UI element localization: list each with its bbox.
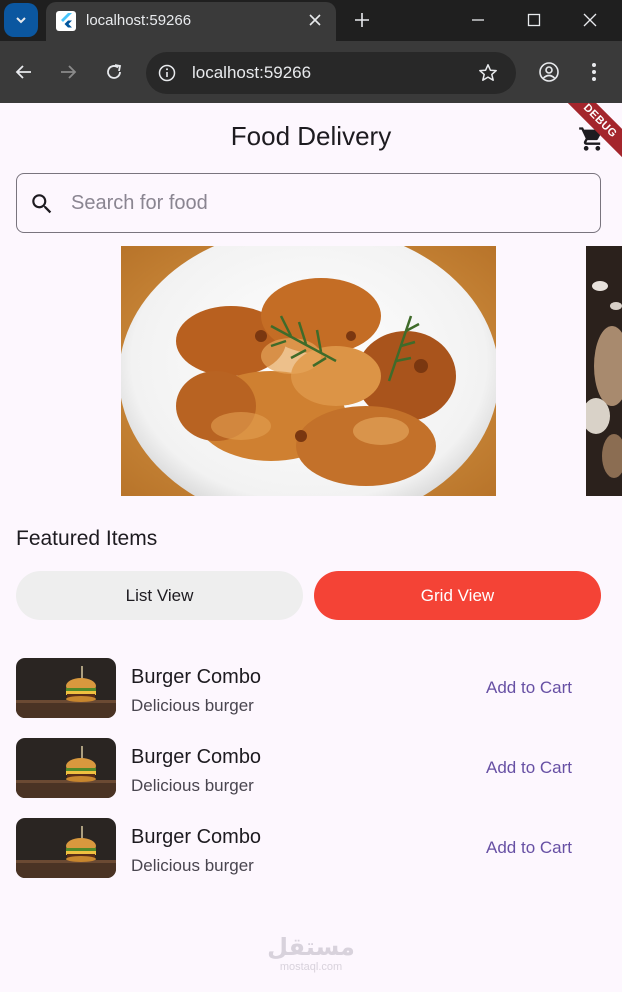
maximize-icon[interactable] [522, 8, 546, 32]
add-to-cart-button[interactable]: Add to Cart [486, 838, 572, 858]
item-thumbnail [16, 658, 116, 718]
browser-tab-strip: localhost:59266 [0, 0, 622, 41]
minimize-icon[interactable] [466, 8, 490, 32]
back-arrow-icon[interactable] [12, 60, 36, 84]
item-title: Burger Combo [131, 826, 262, 848]
url-text: localhost:59266 [192, 63, 312, 82]
app-viewport: Food Delivery DEBUG Search for food Feat… [0, 103, 622, 992]
item-thumbnail [16, 818, 116, 878]
page-title: Food Delivery [230, 121, 392, 151]
more-menu-icon[interactable] [582, 60, 606, 84]
search-icon [32, 194, 52, 214]
item-thumbnail [16, 738, 116, 798]
browser-tab[interactable]: localhost:59266 [46, 2, 336, 41]
section-title: Featured Items [16, 527, 158, 550]
grid-view-button[interactable]: Grid View [314, 571, 601, 620]
add-to-cart-button[interactable]: Add to Cart [486, 678, 572, 698]
watermark-url: mostaql.com [279, 961, 343, 973]
bookmark-star-icon[interactable] [476, 61, 500, 85]
item-subtitle: Delicious burger [131, 696, 254, 715]
chevron-down-icon [16, 17, 26, 24]
list-item[interactable]: Burger Combo Delicious burger Add to Car… [0, 738, 622, 800]
search-input[interactable] [71, 180, 581, 226]
item-subtitle: Delicious burger [131, 856, 254, 875]
list-view-button[interactable]: List View [16, 571, 303, 620]
profile-avatar-icon[interactable] [537, 60, 561, 84]
list-item[interactable]: Burger Combo Delicious burger Add to Car… [0, 658, 622, 720]
tab-title: localhost:59266 [86, 12, 192, 29]
next-food-photo [586, 246, 622, 496]
watermark-logo-text: مستقل [267, 934, 355, 961]
item-title: Burger Combo [131, 746, 262, 768]
add-to-cart-button[interactable]: Add to Cart [486, 758, 572, 778]
list-item[interactable]: Burger Combo Delicious burger Add to Car… [0, 818, 622, 880]
burger-photo [16, 818, 116, 878]
close-tab-icon[interactable] [304, 9, 326, 31]
watermark: مستقل mostaql.com [0, 934, 622, 974]
carousel-image-next[interactable] [586, 246, 622, 496]
address-bar[interactable]: localhost:59266 [146, 52, 516, 94]
item-title: Burger Combo [131, 666, 262, 688]
flutter-favicon-icon [56, 11, 76, 31]
chicken-wings-photo [121, 246, 496, 496]
burger-photo [16, 738, 116, 798]
close-window-icon[interactable] [578, 8, 602, 32]
reload-icon[interactable] [102, 60, 126, 84]
forward-arrow-icon[interactable] [56, 60, 80, 84]
new-tab-plus-icon[interactable] [350, 8, 374, 32]
browser-toolbar: localhost:59266 [0, 41, 622, 103]
site-info-icon[interactable] [156, 62, 178, 84]
search-field[interactable] [16, 173, 601, 233]
item-subtitle: Delicious burger [131, 776, 254, 795]
carousel-image-chicken-wings[interactable] [121, 246, 496, 496]
burger-photo [16, 658, 116, 718]
tab-search-button[interactable] [4, 3, 38, 37]
